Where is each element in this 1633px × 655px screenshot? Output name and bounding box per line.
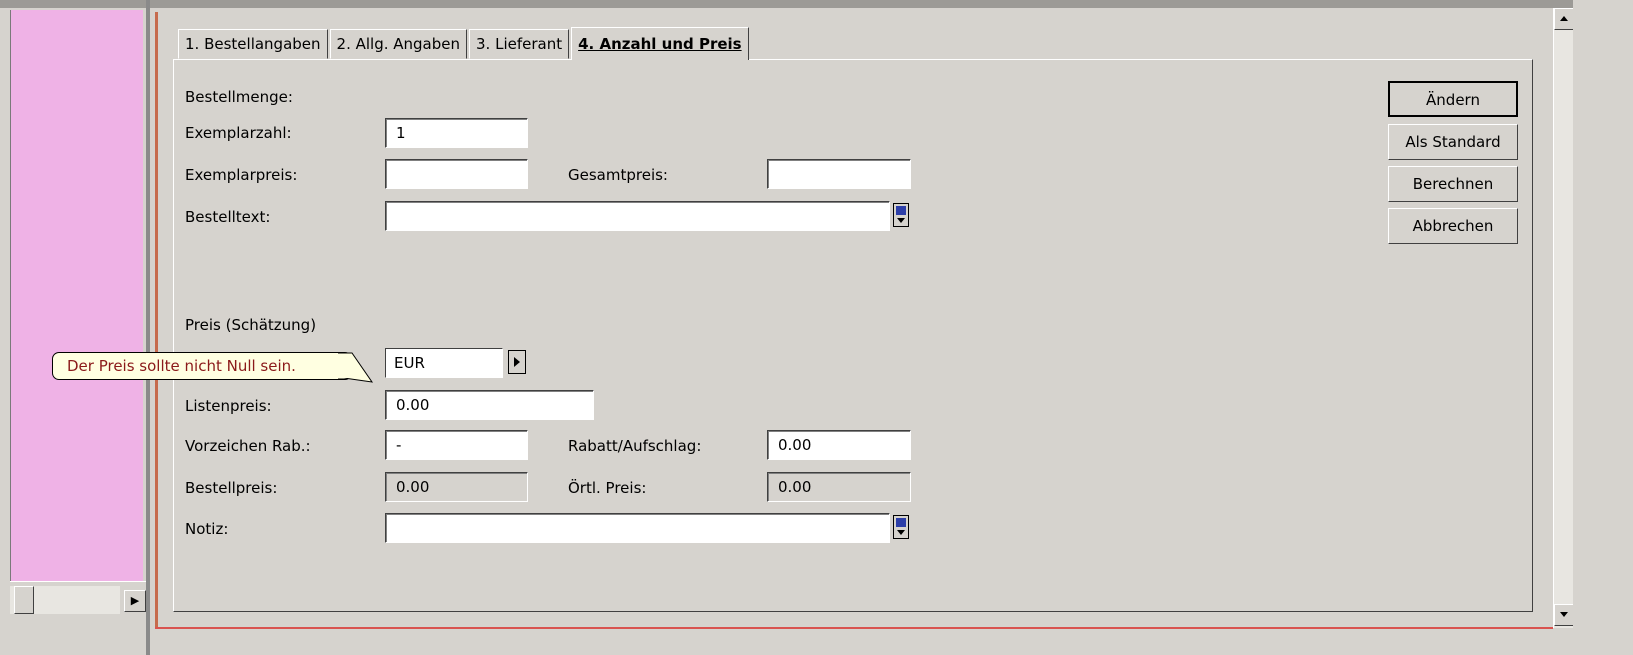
change-button[interactable]: Ändern <box>1388 81 1518 117</box>
as-default-button[interactable]: Als Standard <box>1388 124 1518 160</box>
total-price-field[interactable] <box>767 159 911 189</box>
discount-label: Rabatt/Aufschlag: <box>568 437 702 455</box>
vertical-scrollbar[interactable] <box>1553 8 1574 628</box>
splitter[interactable] <box>146 0 150 655</box>
frame-border-left <box>155 12 158 628</box>
order-price-field: 0.00 <box>385 472 528 502</box>
validation-tooltip: Der Preis sollte nicht Null sein. <box>52 352 352 380</box>
tab-lieferant[interactable]: 3. Lieferant <box>469 29 570 59</box>
list-price-field[interactable]: 0.00 <box>385 390 594 420</box>
price-section-label: Preis (Schätzung) <box>185 316 317 334</box>
order-quantity-section-label: Bestellmenge: <box>185 88 293 106</box>
tab-allg-angaben[interactable]: 2. Allg. Angaben <box>329 29 468 59</box>
cancel-button[interactable]: Abbrechen <box>1388 208 1518 244</box>
arrow-down-icon[interactable] <box>1554 604 1574 626</box>
tooltip-pointer <box>338 352 374 383</box>
local-price-field: 0.00 <box>767 472 911 502</box>
tab-bestellangaben[interactable]: 1. Bestellangaben <box>178 29 328 59</box>
total-price-label: Gesamtpreis: <box>568 166 668 184</box>
side-panel <box>10 10 143 581</box>
discount-field[interactable]: 0.00 <box>767 430 911 460</box>
copies-field[interactable]: 1 <box>385 118 528 148</box>
local-price-label: Örtl. Preis: <box>568 479 647 497</box>
tooltip-text: Der Preis sollte nicht Null sein. <box>67 357 296 375</box>
note-label: Notiz: <box>185 520 229 538</box>
memo-edit-icon[interactable] <box>893 203 909 227</box>
side-panel-scrollbar[interactable]: ▶ <box>10 581 150 620</box>
frame-border-bottom <box>155 627 1553 629</box>
copy-price-field[interactable] <box>385 159 528 189</box>
currency-field[interactable]: EUR <box>385 348 503 378</box>
window-top-edge <box>0 0 1633 8</box>
window-right-edge <box>1573 0 1633 655</box>
discount-sign-field[interactable]: - <box>385 430 528 460</box>
order-text-field[interactable] <box>385 201 890 231</box>
list-price-label: Listenpreis: <box>185 397 272 415</box>
order-price-label: Bestellpreis: <box>185 479 278 497</box>
arrow-up-icon[interactable] <box>1554 8 1574 30</box>
discount-sign-label: Vorzeichen Rab.: <box>185 437 311 455</box>
note-field[interactable] <box>385 513 890 543</box>
triangle-right-icon[interactable] <box>508 350 526 374</box>
order-text-label: Bestelltext: <box>185 208 271 226</box>
tab-strip: 1. Bestellangaben 2. Allg. Angaben 3. Li… <box>178 27 751 60</box>
scrollbar-thumb[interactable] <box>14 586 34 614</box>
tab-anzahl-und-preis[interactable]: 4. Anzahl und Preis <box>571 27 749 60</box>
memo-edit-icon[interactable] <box>893 515 909 539</box>
copy-price-label: Exemplarpreis: <box>185 166 298 184</box>
calculate-button[interactable]: Berechnen <box>1388 166 1518 202</box>
copies-label: Exemplarzahl: <box>185 124 292 142</box>
arrow-right-icon[interactable]: ▶ <box>124 590 146 612</box>
